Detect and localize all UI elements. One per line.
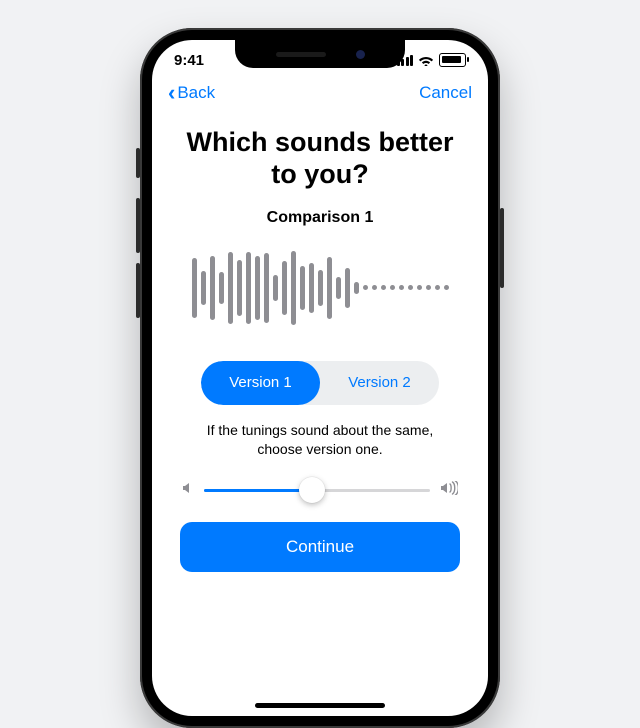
home-indicator[interactable] <box>255 703 385 708</box>
content: Which sounds better to you? Comparison 1… <box>152 112 488 716</box>
side-button <box>500 208 504 288</box>
cancel-button[interactable]: Cancel <box>419 83 472 103</box>
slider-thumb[interactable] <box>299 477 325 503</box>
volume-slider[interactable] <box>182 481 458 500</box>
comparison-label: Comparison 1 <box>176 209 464 227</box>
waveform <box>176 243 464 333</box>
side-button <box>136 263 140 318</box>
hint-text: If the tunings sound about the same, cho… <box>194 421 446 459</box>
continue-button[interactable]: Continue <box>180 522 460 572</box>
status-time: 9:41 <box>174 52 204 69</box>
chevron-left-icon: ‹ <box>168 82 175 104</box>
screen: 9:41 ‹ Back Cancel Which sounds better <box>152 40 488 716</box>
version-2-option[interactable]: Version 2 <box>320 361 439 405</box>
wifi-icon <box>418 54 434 66</box>
nav-bar: ‹ Back Cancel <box>152 80 488 112</box>
volume-high-icon <box>440 481 458 500</box>
notch <box>235 40 405 68</box>
version-segmented-control[interactable]: Version 1 Version 2 <box>201 361 439 405</box>
slider-fill <box>204 489 312 492</box>
volume-low-icon <box>182 481 194 500</box>
phone-frame: 9:41 ‹ Back Cancel Which sounds better <box>140 28 500 728</box>
version-1-option[interactable]: Version 1 <box>201 361 320 405</box>
slider-track[interactable] <box>204 489 430 492</box>
side-button <box>136 198 140 253</box>
battery-icon <box>439 53 466 67</box>
cancel-label: Cancel <box>419 83 472 102</box>
back-label: Back <box>177 83 215 103</box>
page-title: Which sounds better to you? <box>186 126 454 191</box>
back-button[interactable]: ‹ Back <box>168 82 215 104</box>
side-button <box>136 148 140 178</box>
